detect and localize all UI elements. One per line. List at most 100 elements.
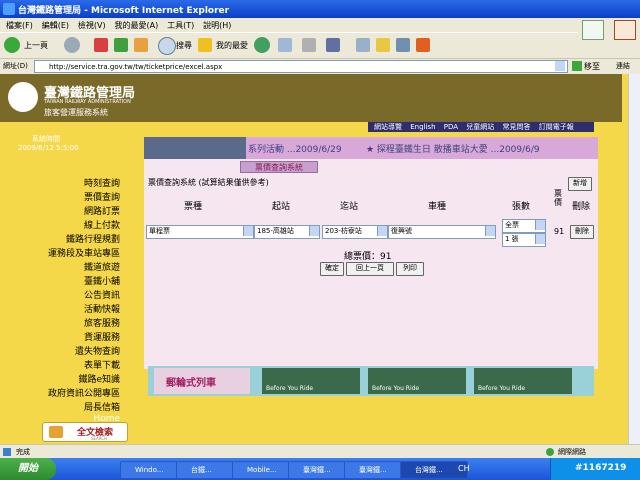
topnav-pda[interactable]: PDA xyxy=(444,123,458,131)
sidebar-item-news[interactable]: 公告資訊 xyxy=(84,288,120,301)
chevron-down-icon xyxy=(535,220,545,230)
stop-icon[interactable] xyxy=(94,38,108,52)
news-banner: 系列活動 ...2009/6/29 ★ 探程臺鐵生日 散播車站大愛 ...200… xyxy=(144,137,598,159)
back-icon[interactable] xyxy=(4,37,20,53)
home-icon[interactable] xyxy=(134,38,148,52)
fulltext-search-button[interactable]: 全文檢索 SEARCH xyxy=(42,422,128,442)
menu-view[interactable]: 檢視(V) xyxy=(78,20,106,31)
fare-panel: 票價查詢系統 票價查詢系統 (試算結果僅供參考) 新增 票種 起站 迄站 車種 … xyxy=(144,159,598,369)
address-label: 網址(D) xyxy=(3,62,28,70)
chevron-down-icon xyxy=(535,234,545,244)
promo-panel-2[interactable]: Before You Ride xyxy=(368,368,466,394)
topnav-sitemap[interactable]: 網站導覽 xyxy=(374,123,402,131)
back-page-button[interactable]: 回上一頁 xyxy=(346,262,394,276)
sidebar-item-fare[interactable]: 票價查詢 xyxy=(84,190,120,203)
status-bar: 完成 網際網路 xyxy=(0,444,640,458)
links-label[interactable]: 連結 xyxy=(616,61,630,71)
address-input[interactable]: http://service.tra.gov.tw/tw/ticketprice… xyxy=(34,60,568,73)
header-qty: 張數 xyxy=(512,202,531,212)
sidebar-item-events[interactable]: 活動快報 xyxy=(84,302,120,315)
qty-select[interactable]: 1 張 xyxy=(502,233,546,247)
promo-strip: 郵輪式列車 Before You Ride Before You Ride Be… xyxy=(148,366,594,396)
tra-logo-icon[interactable] xyxy=(8,82,38,112)
sidebar-item-timetable[interactable]: 時刻查詢 xyxy=(84,176,120,189)
messenger-icon[interactable] xyxy=(396,38,410,52)
header-train: 車種 xyxy=(428,202,447,212)
history-icon[interactable] xyxy=(254,37,270,53)
vertical-scrollbar[interactable] xyxy=(628,74,640,444)
sidebar-item-stations[interactable]: 運務段及車站專區 xyxy=(48,246,120,259)
add-row-button[interactable]: 新增 xyxy=(568,177,592,191)
promo-cruise-train[interactable]: 郵輪式列車 xyxy=(154,368,250,394)
row-price: 91 xyxy=(554,227,565,236)
sidebar-item-planner[interactable]: 鐵路行程規劃 xyxy=(66,232,120,245)
language-indicator[interactable]: CH xyxy=(458,464,470,473)
menu-help[interactable]: 說明(H) xyxy=(203,20,231,31)
sidebar-item-freight[interactable]: 貨運服務 xyxy=(84,330,120,343)
download-arrow-icon[interactable] xyxy=(614,20,636,40)
menu-edit[interactable]: 編輯(E) xyxy=(42,20,69,31)
chevron-down-icon xyxy=(309,226,319,236)
folder-icon[interactable] xyxy=(376,38,390,52)
address-dropdown-icon[interactable] xyxy=(555,61,565,71)
promo-cruise-label: 郵輪式列車 xyxy=(166,378,216,389)
refresh-icon[interactable] xyxy=(114,38,128,52)
menu-file[interactable]: 檔案(F) xyxy=(6,20,33,31)
delete-row-button[interactable]: 刪除 xyxy=(570,225,594,239)
promo-panel-3[interactable]: Before You Ride xyxy=(474,368,572,394)
print-button[interactable]: 列印 xyxy=(396,262,424,276)
topnav-faq[interactable]: 常見問答 xyxy=(503,123,531,131)
start-button[interactable]: 開始 xyxy=(0,458,56,480)
topnav-kids[interactable]: 兒童網站 xyxy=(466,123,494,131)
sidebar-item-payment[interactable]: 線上付款 xyxy=(84,218,120,231)
banner-image xyxy=(144,137,246,159)
ie-icon xyxy=(3,3,15,15)
watermark-id: #1167219 xyxy=(575,463,627,473)
menu-tools[interactable]: 工具(T) xyxy=(167,20,194,31)
favorites-star-icon[interactable] xyxy=(198,38,212,52)
title-bar: 台灣鐵路管理局 - Microsoft Internet Explorer xyxy=(0,0,640,18)
go-arrow-icon[interactable] xyxy=(572,61,582,71)
print-icon[interactable] xyxy=(302,38,316,52)
to-station-select[interactable]: 203-枋寮站 xyxy=(322,225,388,239)
promo-panel-1[interactable]: Before You Ride xyxy=(262,368,360,394)
menu-favorites[interactable]: 我的最愛(A) xyxy=(114,20,158,31)
chevron-down-icon xyxy=(485,226,495,236)
topnav-english[interactable]: English xyxy=(410,123,435,131)
from-station-select[interactable]: 185-高雄站 xyxy=(254,225,320,239)
taskbar: 開始 Windo... 台鐵... Mobile... 臺灣鐵... 臺灣鐵..… xyxy=(0,458,640,480)
sidebar-item-service[interactable]: 旅客服務 xyxy=(84,316,120,329)
sidebar-item-booking[interactable]: 網路訂票 xyxy=(84,204,120,217)
train-type-select[interactable]: 復興號 xyxy=(388,225,496,239)
search-icon[interactable] xyxy=(158,37,176,55)
qty-type-select[interactable]: 全票 xyxy=(502,219,546,233)
sidebar-item-knowledge[interactable]: 鐵路e知識 xyxy=(78,372,120,385)
confirm-button[interactable]: 確定 xyxy=(320,262,344,276)
tab-fare-query[interactable]: 票價查詢系統 xyxy=(240,161,318,173)
addon-icon[interactable] xyxy=(416,38,430,52)
go-button[interactable]: 移至 xyxy=(584,61,600,72)
favorites-button[interactable]: 我的最愛 xyxy=(216,37,248,55)
search-button[interactable]: 搜尋 xyxy=(176,37,192,55)
banner-item-2[interactable]: ★ 探程臺鐵生日 散播車站大愛 ...2009/6/9 xyxy=(366,142,540,155)
back-button[interactable]: 上一頁 xyxy=(24,37,48,55)
sidebar-item-forms[interactable]: 表單下載 xyxy=(84,358,120,371)
sidebar-item-shop[interactable]: 臺鐵小舖 xyxy=(84,274,120,287)
topnav-newsletter[interactable]: 訂閱電子報 xyxy=(539,123,574,131)
banner-item-1[interactable]: 系列活動 ...2009/6/29 xyxy=(248,142,342,155)
sidebar-item-mailbox[interactable]: 局長信箱 xyxy=(84,400,120,413)
tree-icon[interactable] xyxy=(582,20,604,40)
edit-icon[interactable] xyxy=(326,38,340,52)
discuss-icon[interactable] xyxy=(356,38,370,52)
chevron-down-icon xyxy=(243,226,253,236)
system-name: 旅客營運服務系統 xyxy=(44,108,108,117)
sidebar: 時刻查詢 票價查詢 網路訂票 線上付款 鐵路行程規劃 運務段及車站專區 鐵道旅遊… xyxy=(0,132,130,444)
sidebar-item-travel[interactable]: 鐵道旅遊 xyxy=(84,260,120,273)
ticket-type-select[interactable]: 單程票 xyxy=(146,225,254,239)
sidebar-item-gov[interactable]: 政府資訊公開專區 xyxy=(48,386,120,399)
system-tray: #1167219 xyxy=(550,458,640,480)
mail-icon[interactable] xyxy=(278,38,292,52)
header-to: 迄站 xyxy=(340,202,359,212)
forward-icon[interactable] xyxy=(64,37,80,53)
sidebar-item-lost[interactable]: 遺失物查詢 xyxy=(75,344,120,357)
